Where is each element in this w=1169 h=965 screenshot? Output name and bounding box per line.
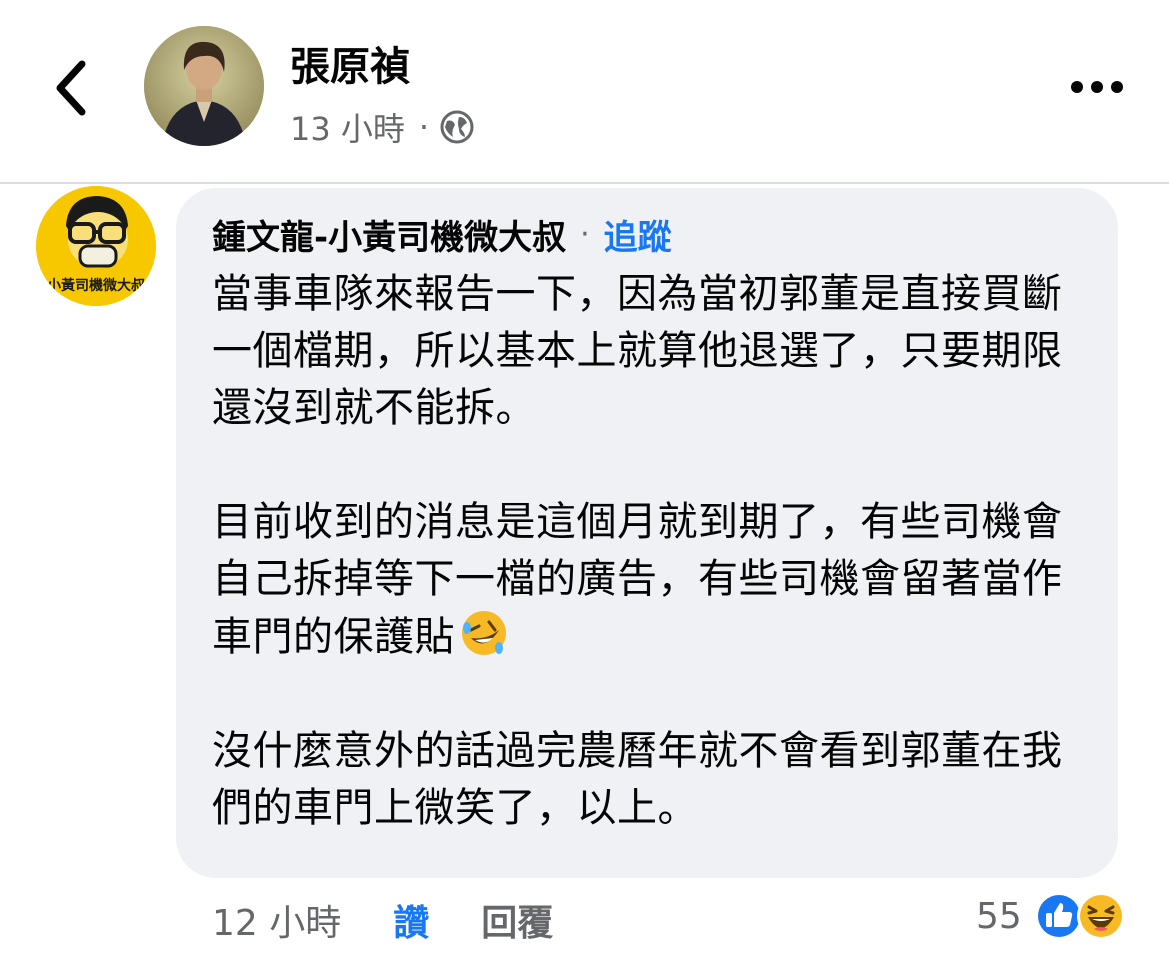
comment-body: 當事車隊來報告一下，因為當初郭董是直接買斷一個檔期，所以基本上就算他退選了，只要… <box>212 266 1092 837</box>
meta-separator: · <box>418 108 430 146</box>
comment-time[interactable]: 12 小時 <box>212 894 341 946</box>
chevron-left-icon <box>56 60 86 116</box>
more-options-button[interactable] <box>1068 70 1126 104</box>
commenter-avatar-logo: 小黃司機微大叔 <box>36 186 156 306</box>
post-meta: 13 小時 · <box>290 104 475 150</box>
comment-header-separator: · <box>580 217 590 252</box>
follow-button[interactable]: 追蹤 <box>604 210 672 259</box>
post-header: 張原禎 13 小時 · <box>0 0 1169 182</box>
avatar-caption: 小黃司機微大叔 <box>47 277 146 294</box>
back-button[interactable] <box>48 58 96 118</box>
comment-paragraph-text: 目前收到的消息是這個月就到期了，有些司機會自己拆掉等下一檔的廣告，有些司機會留著… <box>212 499 1063 660</box>
comment-bubble: 鍾文龍-小黃司機微大叔 · 追蹤 當事車隊來報告一下，因為當初郭董是直接買斷一個… <box>176 188 1118 878</box>
header-divider <box>0 182 1169 184</box>
comment-paragraph: 目前收到的消息是這個月就到期了，有些司機會自己拆掉等下一檔的廣告，有些司機會留著… <box>212 494 1092 666</box>
comment-actions: 12 小時 讚 回覆 <box>212 894 553 946</box>
like-button[interactable]: 讚 <box>393 894 429 946</box>
author-avatar[interactable] <box>144 26 264 146</box>
globe-icon <box>440 110 474 144</box>
comment-header: 鍾文龍-小黃司機微大叔 · 追蹤 <box>212 210 672 259</box>
reaction-count: 55 <box>976 895 1022 937</box>
reaction-summary[interactable]: 55 <box>976 888 1126 944</box>
rolling-on-floor-laughing-emoji <box>459 608 509 658</box>
post-author-name[interactable]: 張原禎 <box>290 34 410 92</box>
post-time[interactable]: 13 小時 <box>290 104 405 150</box>
haha-reaction-icon <box>1076 891 1126 941</box>
comment-paragraph: 沒什麼意外的話過完農曆年就不會看到郭董在我們的車門上微笑了，以上。 <box>212 728 1063 831</box>
commenter-avatar[interactable]: 小黃司機微大叔 <box>36 186 156 306</box>
more-horizontal-icon <box>1071 81 1123 93</box>
reply-button[interactable]: 回覆 <box>481 894 553 946</box>
author-photo <box>144 26 264 146</box>
comment-author-name[interactable]: 鍾文龍-小黃司機微大叔 <box>212 210 566 259</box>
comment-paragraph: 當事車隊來報告一下，因為當初郭董是直接買斷一個檔期，所以基本上就算他退選了，只要… <box>212 271 1063 431</box>
